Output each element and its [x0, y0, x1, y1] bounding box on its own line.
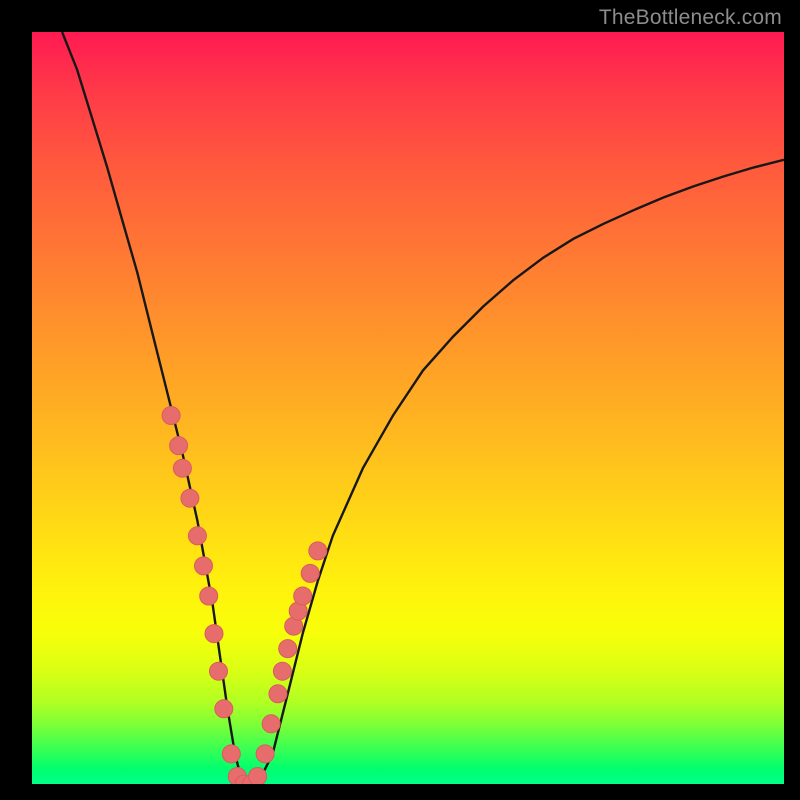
dot: [188, 527, 206, 545]
dot: [249, 768, 267, 785]
highlight-dots: [162, 407, 327, 785]
dot: [181, 489, 199, 507]
dot: [273, 662, 291, 680]
curve-layer: [32, 32, 784, 784]
watermark-text: TheBottleneck.com: [599, 6, 782, 30]
dot: [170, 437, 188, 455]
dot: [173, 459, 191, 477]
dot: [309, 542, 327, 560]
plot-area: [32, 32, 784, 784]
dot: [262, 715, 280, 733]
dot: [215, 700, 233, 718]
dot: [200, 587, 218, 605]
dot: [162, 407, 180, 425]
dot: [205, 625, 223, 643]
dot: [256, 745, 274, 763]
chart-frame: TheBottleneck.com: [0, 0, 800, 800]
dot: [294, 587, 312, 605]
dot: [301, 564, 319, 582]
dot: [222, 745, 240, 763]
dot: [195, 557, 213, 575]
dot: [279, 640, 297, 658]
dot: [210, 662, 228, 680]
dot: [269, 685, 287, 703]
